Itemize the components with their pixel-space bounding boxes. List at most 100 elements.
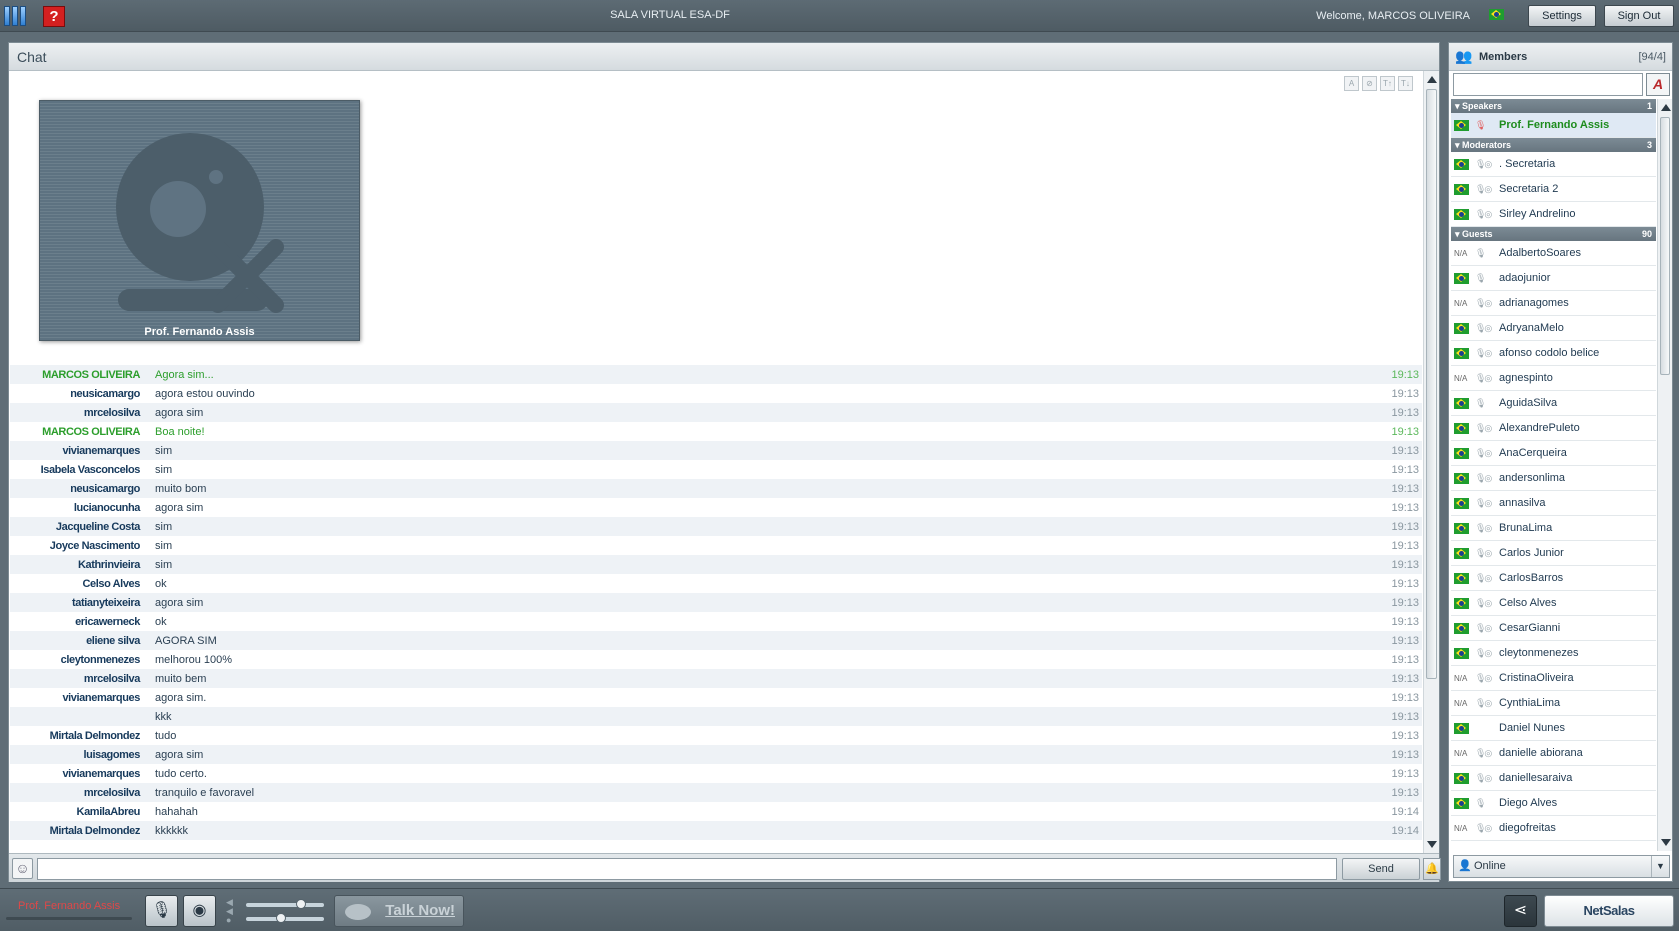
speaker-volume-slider[interactable] — [246, 913, 324, 923]
speech-bubble-icon — [345, 904, 371, 920]
send-button[interactable]: Send — [1342, 858, 1420, 880]
help-button[interactable]: ? — [43, 6, 65, 27]
member-name: agnespinto — [1499, 372, 1553, 384]
member-row[interactable]: 🎙 adaojunior — [1451, 266, 1656, 291]
member-name: Diego Alves — [1499, 797, 1558, 809]
talk-now-button[interactable]: Talk Now! — [334, 895, 464, 927]
member-row[interactable]: 🎙◎ Secretaria 2 — [1451, 177, 1656, 202]
member-group-header[interactable]: ▾ Moderators 3 — [1451, 138, 1656, 152]
member-row[interactable]: Daniel Nunes — [1451, 716, 1656, 741]
member-row[interactable]: 🎙◎ AdryanaMelo — [1451, 316, 1656, 341]
collapse-triangle-icon[interactable]: ▾ — [1455, 140, 1462, 150]
member-row[interactable]: 🎙◎ CarlosBarros — [1451, 566, 1656, 591]
message-text: tudo — [155, 729, 177, 742]
member-row[interactable]: 🎙◎ andersonlima — [1451, 466, 1656, 491]
member-name: Daniel Nunes — [1499, 722, 1566, 734]
member-row[interactable]: 🎙 Diego Alves — [1451, 791, 1656, 816]
message-input[interactable] — [37, 858, 1337, 880]
member-name: cleytonmenezes — [1499, 647, 1579, 659]
brazil-flag-icon — [1451, 647, 1475, 659]
message-text: sim — [155, 444, 173, 457]
member-group-header[interactable]: ▾ Speakers 1 — [1451, 99, 1656, 113]
flag-icon — [1454, 183, 1469, 195]
mic-cam-status-icon: 🎙◎ — [1475, 472, 1492, 483]
user-icon: 👤 — [1458, 860, 1472, 872]
video-feed[interactable]: Prof. Fernando Assis — [39, 100, 360, 341]
message-text: sim — [155, 520, 173, 533]
member-row[interactable]: 🎙◎ annasilva — [1451, 491, 1656, 516]
settings-button[interactable]: Settings — [1528, 5, 1596, 27]
member-name: adrianagomes — [1499, 297, 1569, 309]
member-row[interactable]: N/A 🎙◎ CynthiaLima — [1451, 691, 1656, 716]
chat-message: mrcelosilva muito bem 19:13 — [10, 669, 1422, 688]
scroll-down-icon[interactable] — [1661, 839, 1671, 846]
member-row[interactable]: N/A 🎙◎ CristinaOliveira — [1451, 666, 1656, 691]
message-time: 19:13 — [1391, 634, 1419, 647]
slider-knob[interactable] — [296, 899, 306, 909]
member-row[interactable]: N/A 🎙◎ diegofreitas — [1451, 816, 1656, 841]
chat-message: ericawerneck ok 19:13 — [10, 612, 1422, 631]
scroll-thumb[interactable] — [1660, 117, 1670, 375]
chat-tool-button[interactable]: A — [1344, 76, 1359, 91]
scroll-thumb[interactable] — [1426, 89, 1437, 679]
alert-bell-icon[interactable]: 🔔 — [1423, 858, 1441, 880]
member-row[interactable]: 🎙 Prof. Fernando Assis — [1451, 113, 1656, 138]
members-scrollbar[interactable] — [1657, 99, 1672, 851]
slider-knob[interactable] — [276, 913, 286, 923]
mic-cam-status-icon: 🎙◎ — [1475, 647, 1492, 658]
audio-level-bar — [6, 917, 132, 920]
scroll-up-icon[interactable] — [1427, 76, 1437, 83]
scroll-up-icon[interactable] — [1661, 104, 1671, 111]
sign-out-button[interactable]: Sign Out — [1604, 5, 1674, 27]
member-row[interactable]: 🎙◎ BrunaLima — [1451, 516, 1656, 541]
chat-scrollbar[interactable] — [1423, 71, 1439, 853]
member-row[interactable]: 🎙◎ CesarGianni — [1451, 616, 1656, 641]
member-row[interactable]: N/A 🎙◎ adrianagomes — [1451, 291, 1656, 316]
collapse-triangle-icon[interactable]: ▾ — [1455, 101, 1462, 111]
sort-alpha-button[interactable]: A — [1646, 73, 1670, 96]
chevron-down-icon[interactable]: ▼ — [1651, 856, 1669, 877]
member-row[interactable]: 🎙 AguidaSilva — [1451, 391, 1656, 416]
member-row[interactable]: 🎙◎ afonso codolo belice — [1451, 341, 1656, 366]
message-author: cleytonmenezes — [60, 653, 141, 666]
microphone-button[interactable]: 🎙 — [145, 895, 178, 927]
collapse-triangle-icon[interactable]: ▾ — [1455, 229, 1462, 239]
emoji-button[interactable]: ☺ — [12, 858, 33, 879]
member-row[interactable]: 🎙◎ Sirley Andrelino — [1451, 202, 1656, 227]
member-group-header[interactable]: ▾ Guests 90 — [1451, 227, 1656, 241]
member-name: AlexandrePuleto — [1499, 422, 1580, 434]
language-flag-icon[interactable] — [1489, 8, 1504, 20]
webcam-button[interactable]: ◉ — [183, 895, 216, 927]
mic-cam-status-icon: 🎙◎ — [1475, 497, 1492, 508]
member-row[interactable]: N/A 🎙◎ danielle abiorana — [1451, 741, 1656, 766]
apps-grid-icon[interactable] — [4, 6, 26, 26]
message-time: 19:13 — [1391, 786, 1419, 799]
member-row[interactable]: N/A 🎙 AdalbertoSoares — [1451, 241, 1656, 266]
chat-tool-button[interactable]: T↑ — [1380, 76, 1395, 91]
brazil-flag-icon — [1451, 797, 1475, 809]
chat-tool-button[interactable]: T↓ — [1398, 76, 1413, 91]
member-row[interactable]: 🎙◎ Carlos Junior — [1451, 541, 1656, 566]
flag-icon — [1454, 722, 1469, 734]
group-name: Guests — [1462, 229, 1493, 239]
member-row[interactable]: 🎙◎ Celso Alves — [1451, 591, 1656, 616]
brand-logo[interactable]: NetSalas — [1544, 895, 1674, 927]
message-author: MARCOS OLIVEIRA — [42, 425, 140, 438]
status-select[interactable]: 👤 Online ▼ — [1453, 855, 1670, 878]
mic-cam-status-icon: 🎙◎ — [1475, 747, 1492, 758]
member-row[interactable]: 🎙◎ cleytonmenezes — [1451, 641, 1656, 666]
chat-tool-button[interactable]: ⊘ — [1362, 76, 1377, 91]
message-author: mrcelosilva — [83, 406, 141, 419]
member-row[interactable]: 🎙◎ AnaCerqueira — [1451, 441, 1656, 466]
member-row[interactable]: 🎙◎ daniellesaraiva — [1451, 766, 1656, 791]
member-name: . Secretaria — [1499, 158, 1556, 170]
member-row[interactable]: 🎙◎ AlexandrePuleto — [1451, 416, 1656, 441]
member-row[interactable]: 🎙◎ . Secretaria — [1451, 152, 1656, 177]
member-name: afonso codolo belice — [1499, 347, 1600, 359]
share-icon[interactable]: ⋖ — [1504, 895, 1537, 927]
scroll-down-icon[interactable] — [1427, 841, 1437, 848]
member-row[interactable]: N/A 🎙◎ agnespinto — [1451, 366, 1656, 391]
mic-volume-slider[interactable] — [246, 899, 324, 909]
message-author: vivianemarques — [62, 767, 140, 780]
member-search-input[interactable] — [1453, 73, 1643, 96]
